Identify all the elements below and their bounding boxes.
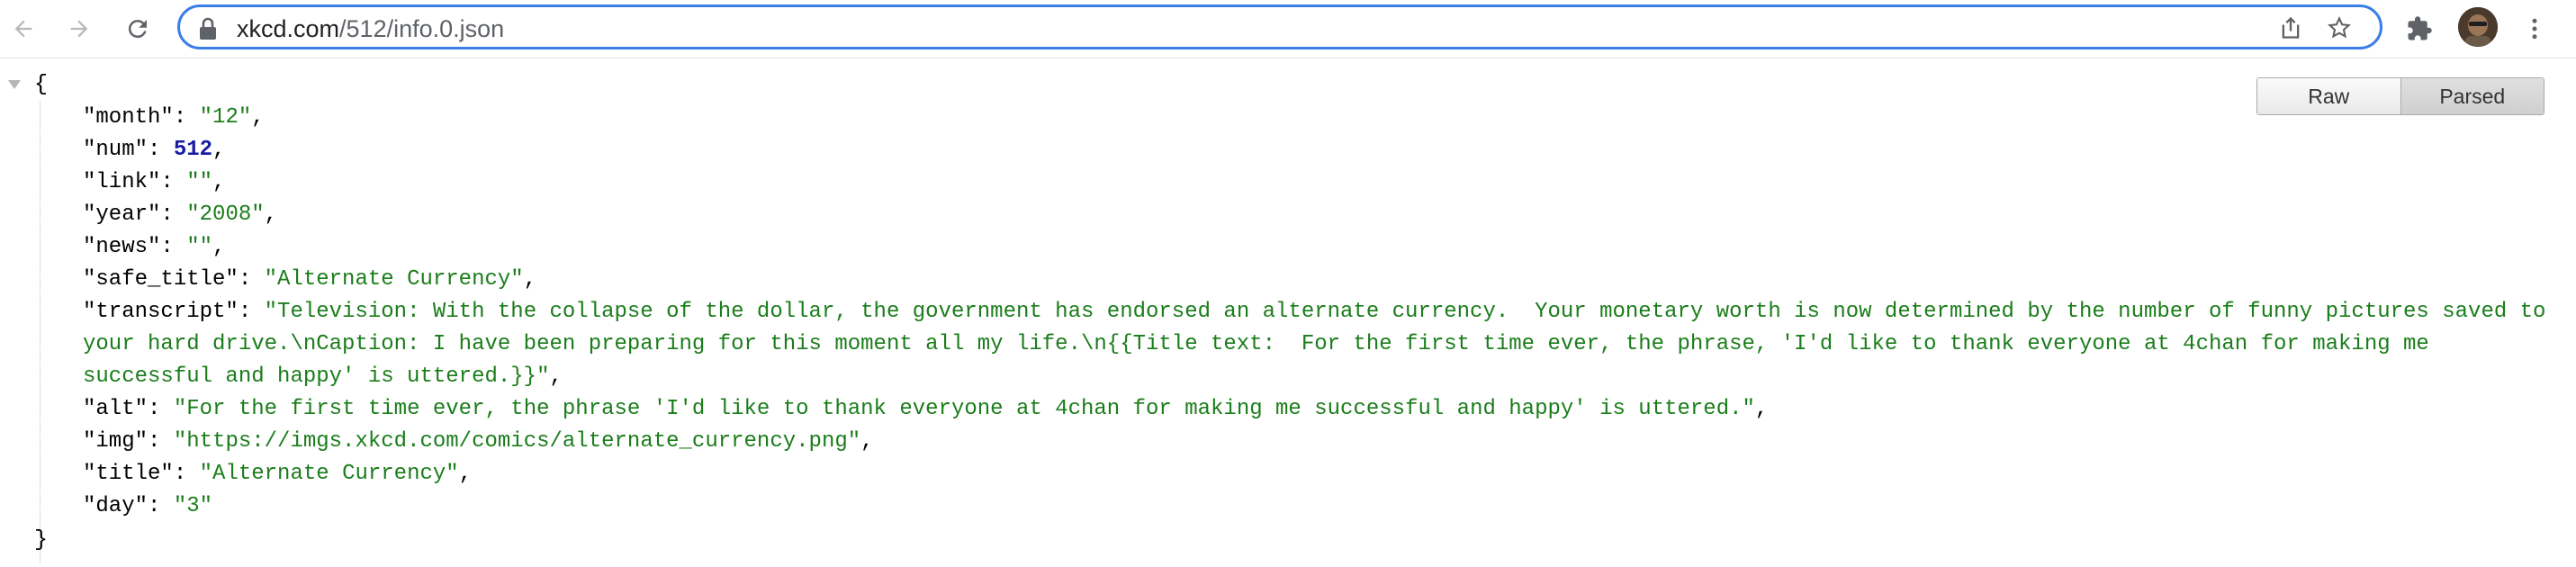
browser-toolbar: xkcd.com/512/info.0.json — [0, 0, 2576, 58]
comma: , — [1754, 397, 1769, 421]
json-key: "day" — [83, 494, 149, 518]
colon: : — [160, 235, 187, 259]
json-key: "img" — [83, 429, 149, 454]
json-number-value: 512 — [173, 138, 213, 162]
json-key: "year" — [83, 202, 161, 227]
colon: : — [148, 429, 174, 454]
close-brace: } — [34, 526, 49, 553]
json-entry: "link": "", — [83, 166, 225, 199]
json-key: "alt" — [83, 397, 149, 421]
back-arrow-icon — [14, 20, 32, 38]
comma: , — [264, 202, 278, 227]
json-entry: "transcript": "Television: With the coll… — [83, 296, 2567, 393]
json-string-value: "Television: With the collapse of the do… — [83, 300, 2559, 389]
json-string-value: "" — [186, 235, 213, 259]
lock-icon[interactable] — [198, 17, 218, 40]
address-bar[interactable]: xkcd.com/512/info.0.json — [177, 4, 2382, 50]
parsed-button[interactable]: Parsed — [2400, 78, 2544, 114]
json-entry: "img": "https://imgs.xkcd.com/comics/alt… — [83, 426, 874, 458]
json-entry: "year": "2008", — [83, 199, 277, 231]
json-entry: "news": "", — [83, 231, 225, 264]
colon: : — [238, 267, 265, 292]
comma: , — [212, 138, 226, 162]
colon: : — [148, 494, 174, 518]
json-entry: "safe_title": "Alternate Currency", — [83, 264, 536, 296]
colon: : — [160, 202, 187, 227]
menu-button[interactable] — [2515, 9, 2554, 49]
json-key: "num" — [83, 138, 149, 162]
comma: , — [212, 170, 226, 194]
back-button[interactable] — [4, 9, 43, 49]
json-key: "news" — [83, 235, 161, 259]
url-text[interactable]: xkcd.com/512/info.0.json — [237, 15, 504, 43]
json-entry: "num": 512, — [83, 134, 225, 166]
avatar[interactable] — [2458, 7, 2498, 47]
json-key: "month" — [83, 105, 174, 130]
json-string-value: "Alternate Currency" — [199, 462, 459, 486]
json-entry: "month": "12", — [83, 102, 265, 134]
raw-button[interactable]: Raw — [2257, 78, 2400, 114]
extensions-button[interactable] — [2400, 9, 2439, 49]
forward-button[interactable] — [59, 9, 99, 49]
comma: , — [860, 429, 874, 454]
json-key: "safe_title" — [83, 267, 239, 292]
indent-guide — [40, 102, 41, 563]
open-brace: { — [34, 71, 49, 97]
reload-icon — [128, 20, 147, 39]
json-key: "transcript" — [83, 300, 239, 324]
json-entry: "alt": "For the first time ever, the phr… — [83, 393, 1768, 426]
colon: : — [173, 105, 200, 130]
url-path: /512/info.0.json — [339, 15, 505, 42]
json-key: "link" — [83, 170, 161, 194]
json-string-value: "" — [186, 170, 213, 194]
avatar-image — [2458, 7, 2498, 47]
json-key: "title" — [83, 462, 174, 486]
json-viewer: { "month": "12", "num": 512, "link": "", "y… — [0, 58, 2576, 567]
collapse-caret-icon[interactable] — [7, 78, 22, 91]
reload-button[interactable] — [118, 9, 158, 49]
comma: , — [212, 235, 226, 259]
json-string-value: "https://imgs.xkcd.com/comics/alternate_… — [173, 429, 861, 454]
puzzle-extensions-icon — [2408, 16, 2432, 40]
raw-parsed-toggle[interactable]: Raw Parsed — [2256, 77, 2544, 115]
comma: , — [549, 364, 563, 389]
json-string-value: "Alternate Currency" — [264, 267, 524, 292]
json-string-value: "For the first time ever, the phrase 'I'… — [173, 397, 1755, 421]
share-icon[interactable] — [2278, 15, 2303, 40]
colon: : — [160, 170, 187, 194]
json-string-value: "3" — [173, 494, 213, 518]
json-entry: "day": "3" — [83, 490, 212, 523]
star-icon[interactable] — [2327, 15, 2352, 40]
colon: : — [238, 300, 265, 324]
json-string-value: "12" — [199, 105, 252, 130]
json-entry: "title": "Alternate Currency", — [83, 458, 472, 490]
colon: : — [148, 397, 174, 421]
comma: , — [458, 462, 473, 486]
more-vert-icon — [2532, 18, 2537, 40]
colon: : — [148, 138, 174, 162]
url-domain: xkcd.com — [237, 15, 340, 42]
comma: , — [251, 105, 265, 130]
comma: , — [523, 267, 537, 292]
forward-arrow-icon — [70, 20, 88, 38]
json-string-value: "2008" — [186, 202, 265, 227]
colon: : — [173, 462, 200, 486]
